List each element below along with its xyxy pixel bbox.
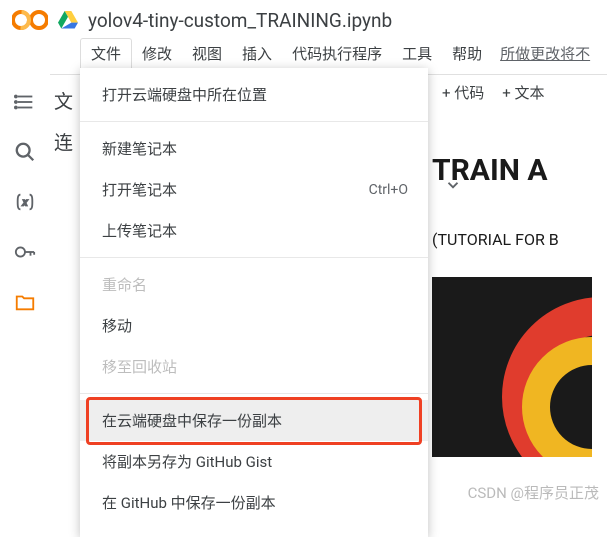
menu-item-move[interactable]: 移动 (80, 305, 428, 346)
save-status-link[interactable]: 所做更改将不 (500, 43, 590, 64)
title-bar: yolov4-tiny-custom_TRAINING.ipynb (0, 0, 607, 36)
menu-item-save-gist[interactable]: 将副本另存为 GitHub Gist (80, 441, 428, 482)
menu-item-rename: 重命名 (80, 264, 428, 305)
menu-edit[interactable]: 修改 (132, 39, 182, 68)
shortcut-label: Ctrl+O (369, 182, 408, 198)
menu-file[interactable]: 文件 (80, 38, 132, 68)
file-dropdown-menu: 打开云端硬盘中所在位置 新建笔记本 打开笔记本Ctrl+O 上传笔记本 重命名 … (80, 68, 428, 537)
google-drive-icon (58, 11, 78, 29)
menu-separator (80, 121, 428, 122)
menu-tools[interactable]: 工具 (392, 39, 442, 68)
variables-icon[interactable]: x (14, 191, 36, 213)
notebook-subheading: (TUTORIAL FOR B (432, 230, 607, 249)
svg-text:x: x (22, 198, 28, 209)
menu-item-save-copy-drive[interactable]: 在云端硬盘中保存一份副本 (80, 400, 428, 441)
embedded-image (432, 277, 592, 457)
add-code-button[interactable]: + 代码 (442, 82, 484, 103)
menu-item-save-github[interactable]: 在 GitHub 中保存一份副本 (80, 482, 428, 523)
menu-item-locate-drive[interactable]: 打开云端硬盘中所在位置 (80, 74, 428, 115)
menu-separator (80, 257, 428, 258)
menu-item-trash: 移至回收站 (80, 346, 428, 387)
left-rail: x (0, 75, 50, 514)
chevron-down-icon[interactable] (444, 176, 462, 194)
toc-icon[interactable] (14, 91, 36, 113)
secrets-icon[interactable] (14, 241, 36, 263)
menu-insert[interactable]: 插入 (232, 39, 282, 68)
menu-view[interactable]: 视图 (182, 39, 232, 68)
menu-item-upload-notebook[interactable]: 上传笔记本 (80, 210, 428, 251)
add-text-button[interactable]: + 文本 (502, 82, 544, 103)
document-title[interactable]: yolov4-tiny-custom_TRAINING.ipynb (88, 9, 392, 32)
menu-item-new-notebook[interactable]: 新建笔记本 (80, 128, 428, 169)
files-icon[interactable] (14, 291, 36, 313)
menu-separator (80, 393, 428, 394)
menu-help[interactable]: 帮助 (442, 39, 492, 68)
menu-item-open-notebook[interactable]: 打开笔记本Ctrl+O (80, 169, 428, 210)
menu-runtime[interactable]: 代码执行程序 (282, 39, 392, 68)
search-icon[interactable] (14, 141, 36, 163)
notebook-content-peek: + 代码 + 文本 TRAIN A (TUTORIAL FOR B (432, 68, 607, 457)
colab-logo-icon (12, 8, 48, 32)
